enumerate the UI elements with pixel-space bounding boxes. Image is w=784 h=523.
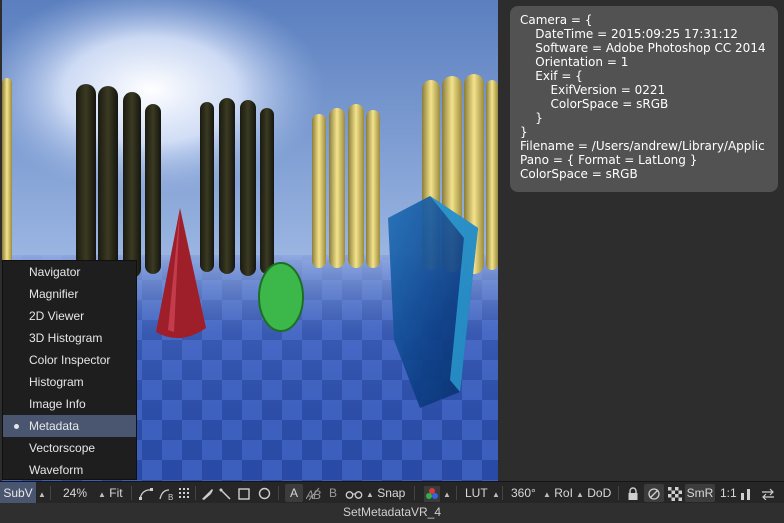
snap-button[interactable]: ▲ Snap [366,482,405,504]
roi-label: RoI [554,486,573,500]
metadata-line: ColorSpace = sRGB [520,167,638,181]
menu-item-label: Color Inspector [29,353,111,367]
menu-item-histogram[interactable]: Histogram [3,371,136,393]
subview-button[interactable]: SubV [0,482,36,504]
subview-menu: Navigator Magnifier 2D Viewer 3D Histogr… [2,260,137,480]
roi-button[interactable]: ▲ RoI [543,482,573,504]
metadata-line: } [520,125,528,139]
rectangle-icon[interactable] [238,482,250,504]
selected-dot-icon [14,424,19,429]
svg-text:B: B [168,493,173,501]
dod-button[interactable]: ▲ DoD [576,482,611,504]
menu-item-3d-histogram[interactable]: 3D Histogram [3,327,136,349]
status-bar: SetMetadataVR_4 [0,503,784,523]
fit-button[interactable]: ▲ Fit [98,482,123,504]
brush-icon[interactable] [200,482,214,504]
menu-item-image-info[interactable]: Image Info [3,393,136,415]
menu-item-label: 3D Histogram [29,331,103,345]
stereo-glasses-icon[interactable] [345,482,363,504]
zoom-value[interactable]: 24% [63,482,87,504]
metadata-line: Exif = { [520,69,583,83]
snap-label: Snap [377,486,406,500]
spline-icon[interactable] [138,482,154,504]
channels-caret-icon[interactable]: ▲ [443,490,451,499]
menu-item-label: Vectorscope [29,441,96,455]
menu-item-2d-viewer[interactable]: 2D Viewer [3,305,136,327]
bars-icon[interactable] [740,482,752,504]
menu-item-color-inspector[interactable]: Color Inspector [3,349,136,371]
lut-button[interactable]: LUT [465,482,488,504]
metadata-line: Filename = /Users/andrew/Library/Applic [520,139,765,153]
no-entry-icon[interactable] [644,484,664,502]
smr-button[interactable]: SmR [685,484,715,502]
dod-label: DoD [587,486,612,500]
wand-icon[interactable] [218,482,232,504]
metadata-line: DateTime = 2015:09:25 17:31:12 [520,27,738,41]
node-name-label: SetMetadataVR_4 [342,505,442,519]
circle-icon[interactable] [258,482,271,504]
checker-icon[interactable] [668,482,682,504]
metadata-line: Pano = { Format = LatLong } [520,153,698,167]
metadata-line: Orientation = 1 [520,55,629,69]
metadata-line: ExifVersion = 0221 [520,83,666,97]
menu-item-label: Magnifier [29,287,79,301]
metadata-line: Software = Adobe Photoshop CC 2014 [520,41,766,55]
ab-compare-icon[interactable]: AB [306,482,322,504]
viewer[interactable]: Camera = { DateTime = 2015:09:25 17:31:1… [0,0,784,481]
vr-360-button[interactable]: 360° [511,482,536,504]
grid-icon[interactable] [178,482,192,504]
menu-item-vectorscope[interactable]: Vectorscope [3,437,136,459]
menu-item-label: Waveform [29,463,84,477]
ratio-button[interactable]: 1:1 [720,482,737,504]
metadata-line: Camera = { [520,13,593,27]
menu-item-label: 2D Viewer [29,309,85,323]
viewer-toolbar: SubV ▲ 24% ▲ Fit B A AB B ▲ Snap ▲ LUT ▲… [0,481,784,504]
bspline-icon[interactable]: B [158,482,176,504]
color-channels-icon[interactable] [424,482,440,504]
lut-caret-icon[interactable]: ▲ [492,490,500,499]
subview-label: SubV [3,486,33,500]
fit-label: Fit [109,486,123,500]
menu-item-metadata[interactable]: Metadata [3,415,136,437]
metadata-line: } [520,111,543,125]
menu-item-label: Histogram [29,375,84,389]
menu-item-label: Image Info [29,397,86,411]
view-b-button[interactable]: B [329,482,337,504]
subview-caret-icon[interactable]: ▲ [38,482,46,504]
lock-icon[interactable] [627,482,639,504]
menu-item-navigator[interactable]: Navigator [3,261,136,283]
menu-item-magnifier[interactable]: Magnifier [3,283,136,305]
menu-item-label: Navigator [29,265,81,279]
swap-icon[interactable] [760,482,776,504]
green-egg [258,262,304,332]
metadata-line: ColorSpace = sRGB [520,97,669,111]
menu-item-waveform[interactable]: Waveform [3,459,136,481]
menu-item-label: Metadata [29,419,80,433]
view-a-button[interactable]: A [285,484,303,502]
metadata-panel: Camera = { DateTime = 2015:09:25 17:31:1… [510,6,778,192]
